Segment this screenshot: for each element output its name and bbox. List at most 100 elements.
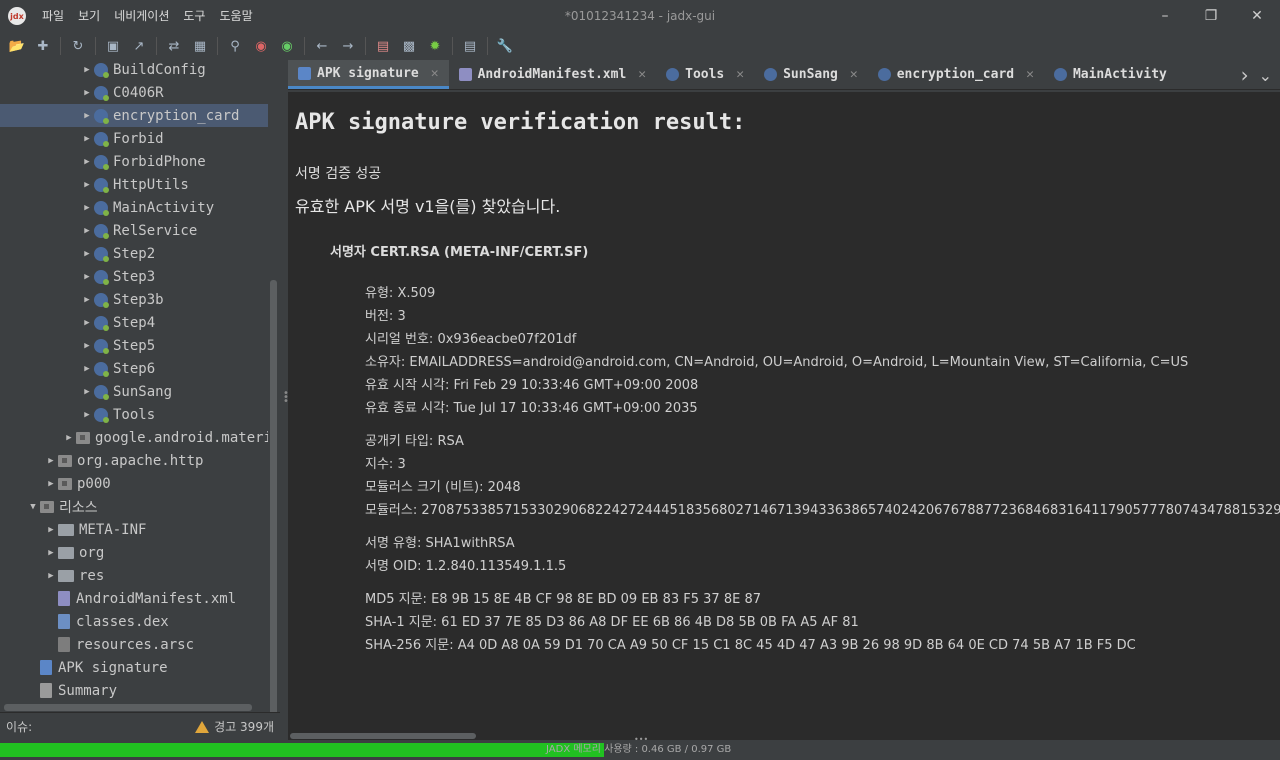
sync-tree-icon[interactable]: ⇄	[163, 35, 185, 57]
tree-item-label: APK signature	[58, 659, 168, 676]
expand-arrow-right-icon[interactable]: ▶	[80, 249, 94, 259]
close-window-icon[interactable]: ✕	[1234, 0, 1280, 32]
warnings-count[interactable]: 경고 399개	[195, 718, 274, 735]
tree-item[interactable]: ▼ 리소스	[26, 495, 97, 518]
tree-item[interactable]: ▶ Step4	[80, 311, 155, 334]
find-usage-icon[interactable]: ◉	[276, 35, 298, 57]
tree-item[interactable]: ▶ BuildConfig	[80, 60, 206, 81]
tree-item[interactable]: ▶ Forbid	[80, 127, 164, 150]
find-class-icon[interactable]: ◉	[250, 35, 272, 57]
expand-arrow-right-icon[interactable]: ▶	[80, 272, 94, 282]
package-icon	[76, 431, 90, 444]
search-icon[interactable]: ⚲	[224, 35, 246, 57]
detail-value: EMAILADDRESS=android@android.com, CN=And…	[409, 355, 1189, 370]
expand-arrow-right-icon[interactable]: ▶	[80, 157, 94, 167]
tree-item[interactable]: ▶ Tools	[80, 403, 155, 426]
editor-tab[interactable]: SunSang ✕	[754, 60, 868, 89]
expand-arrow-right-icon[interactable]: ▶	[80, 65, 94, 75]
close-tab-icon[interactable]: ✕	[638, 67, 646, 82]
restore-icon[interactable]: ❐	[1188, 0, 1234, 32]
expand-arrow-right-icon[interactable]: ▶	[80, 341, 94, 351]
expand-arrow-right-icon[interactable]: ▶	[80, 180, 94, 190]
editor-tab[interactable]: MainActivity	[1044, 60, 1177, 89]
reload-icon[interactable]: ↻	[67, 35, 89, 57]
tree-item[interactable]: ▶ Step2	[80, 242, 155, 265]
expand-arrow-right-icon[interactable]: ▶	[44, 571, 58, 581]
project-tree[interactable]: ▶ BuildConfig ▶ C0406R ▶ encryption_card ▶ Forb…	[0, 60, 280, 712]
menu-tools[interactable]: 도구	[179, 0, 215, 32]
expand-arrow-right-icon[interactable]: ▶	[80, 111, 94, 121]
expand-arrow-right-icon[interactable]: ▶	[44, 548, 58, 558]
expand-arrow-down-icon[interactable]: ▼	[26, 502, 40, 512]
forward-icon[interactable]: →	[337, 35, 359, 57]
debugger-icon[interactable]: ✹	[424, 35, 446, 57]
tree-item[interactable]: resources.arsc	[44, 633, 194, 656]
tree-item[interactable]: ▶ org.apache.http	[44, 449, 203, 472]
expand-arrow-right-icon[interactable]: ▶	[80, 410, 94, 420]
tree-item[interactable]: APK signature	[26, 656, 168, 679]
tree-item[interactable]: ▶ Step3	[80, 265, 155, 288]
tree-item[interactable]: Summary	[26, 679, 117, 702]
expand-arrow-right-icon[interactable]: ▶	[80, 134, 94, 144]
tree-item[interactable]: ▶ Step5	[80, 334, 155, 357]
tree-item[interactable]: ▶ p000	[44, 472, 110, 495]
save-all-icon[interactable]: ▣	[102, 35, 124, 57]
expand-arrow-right-icon[interactable]: ▶	[80, 203, 94, 213]
add-files-icon[interactable]: ✚	[32, 35, 54, 57]
tree-vertical-scrollbar[interactable]	[270, 280, 277, 760]
editor-tab[interactable]: encryption_card ✕	[868, 60, 1044, 89]
export-icon[interactable]: ↗	[128, 35, 150, 57]
close-tab-icon[interactable]: ✕	[850, 67, 858, 82]
expand-arrow-right-icon[interactable]: ▶	[80, 295, 94, 305]
expand-arrow-right-icon[interactable]: ▶	[80, 226, 94, 236]
tree-item[interactable]: ▶ HttpUtils	[80, 173, 189, 196]
tree-item[interactable]: ▶ MainActivity	[80, 196, 214, 219]
tree-item[interactable]: ▶ ForbidPhone	[80, 150, 206, 173]
tree-item[interactable]: ▶ res	[44, 564, 104, 587]
tree-item-label: Step3b	[113, 291, 164, 308]
tree-item[interactable]: ▶ RelService	[80, 219, 197, 242]
flatten-packages-icon[interactable]: ▦	[189, 35, 211, 57]
expand-arrow-right-icon[interactable]: ▶	[80, 364, 94, 374]
package-icon	[58, 454, 72, 467]
tree-horizontal-scrollbar[interactable]	[4, 704, 252, 711]
tree-item[interactable]: ▶ Step3b	[80, 288, 164, 311]
expand-arrow-right-icon[interactable]: ▶	[80, 318, 94, 328]
menu-help[interactable]: 도움말	[215, 0, 262, 32]
editor-tab[interactable]: AndroidManifest.xml ✕	[449, 60, 657, 89]
content-horizontal-scrollbar[interactable]	[290, 733, 476, 739]
tree-item[interactable]: ▶ org	[44, 541, 104, 564]
show-logs-icon[interactable]: ▤	[459, 35, 481, 57]
editor-tab[interactable]: APK signature ✕	[288, 60, 449, 89]
tree-item[interactable]: ▶ Step6	[80, 357, 155, 380]
decompile-all-icon[interactable]: ▩	[398, 35, 420, 57]
editor-tab[interactable]: Tools ✕	[656, 60, 754, 89]
tree-item[interactable]: AndroidManifest.xml	[44, 587, 236, 610]
back-icon[interactable]: ←	[311, 35, 333, 57]
tree-item-label: META-INF	[79, 521, 147, 538]
expand-arrow-right-icon[interactable]: ▶	[80, 387, 94, 397]
preferences-icon[interactable]: 🔧	[494, 35, 516, 57]
tree-item[interactable]: ▶ SunSang	[80, 380, 172, 403]
tree-item[interactable]: ▶ C0406R	[80, 81, 164, 104]
log-viewer-icon[interactable]: ▤	[372, 35, 394, 57]
minimize-icon[interactable]: –	[1142, 0, 1188, 32]
expand-arrow-right-icon[interactable]: ▶	[44, 456, 58, 466]
tree-item[interactable]: ▶ META-INF	[44, 518, 146, 541]
tab-list-dropdown-icon[interactable]: ⌄	[1259, 66, 1272, 85]
open-file-icon[interactable]: 📂	[6, 35, 28, 57]
menu-navigation[interactable]: 네비게이션	[110, 0, 179, 32]
close-tab-icon[interactable]: ✕	[736, 67, 744, 82]
expand-arrow-right-icon[interactable]: ▶	[44, 479, 58, 489]
tree-item[interactable]: ▶ encryption_card	[0, 104, 268, 127]
menu-view[interactable]: 보기	[74, 0, 110, 32]
close-tab-icon[interactable]: ✕	[431, 66, 439, 81]
close-tab-icon[interactable]: ✕	[1026, 67, 1034, 82]
tree-item[interactable]: classes.dex	[44, 610, 169, 633]
expand-arrow-right-icon[interactable]: ▶	[62, 433, 76, 443]
expand-arrow-right-icon[interactable]: ▶	[80, 88, 94, 98]
menu-file[interactable]: 파일	[38, 0, 74, 32]
expand-arrow-right-icon[interactable]: ▶	[44, 525, 58, 535]
scroll-tabs-right-icon[interactable]: ›	[1236, 63, 1249, 87]
tree-item[interactable]: ▶ google.android.materi	[62, 426, 272, 449]
